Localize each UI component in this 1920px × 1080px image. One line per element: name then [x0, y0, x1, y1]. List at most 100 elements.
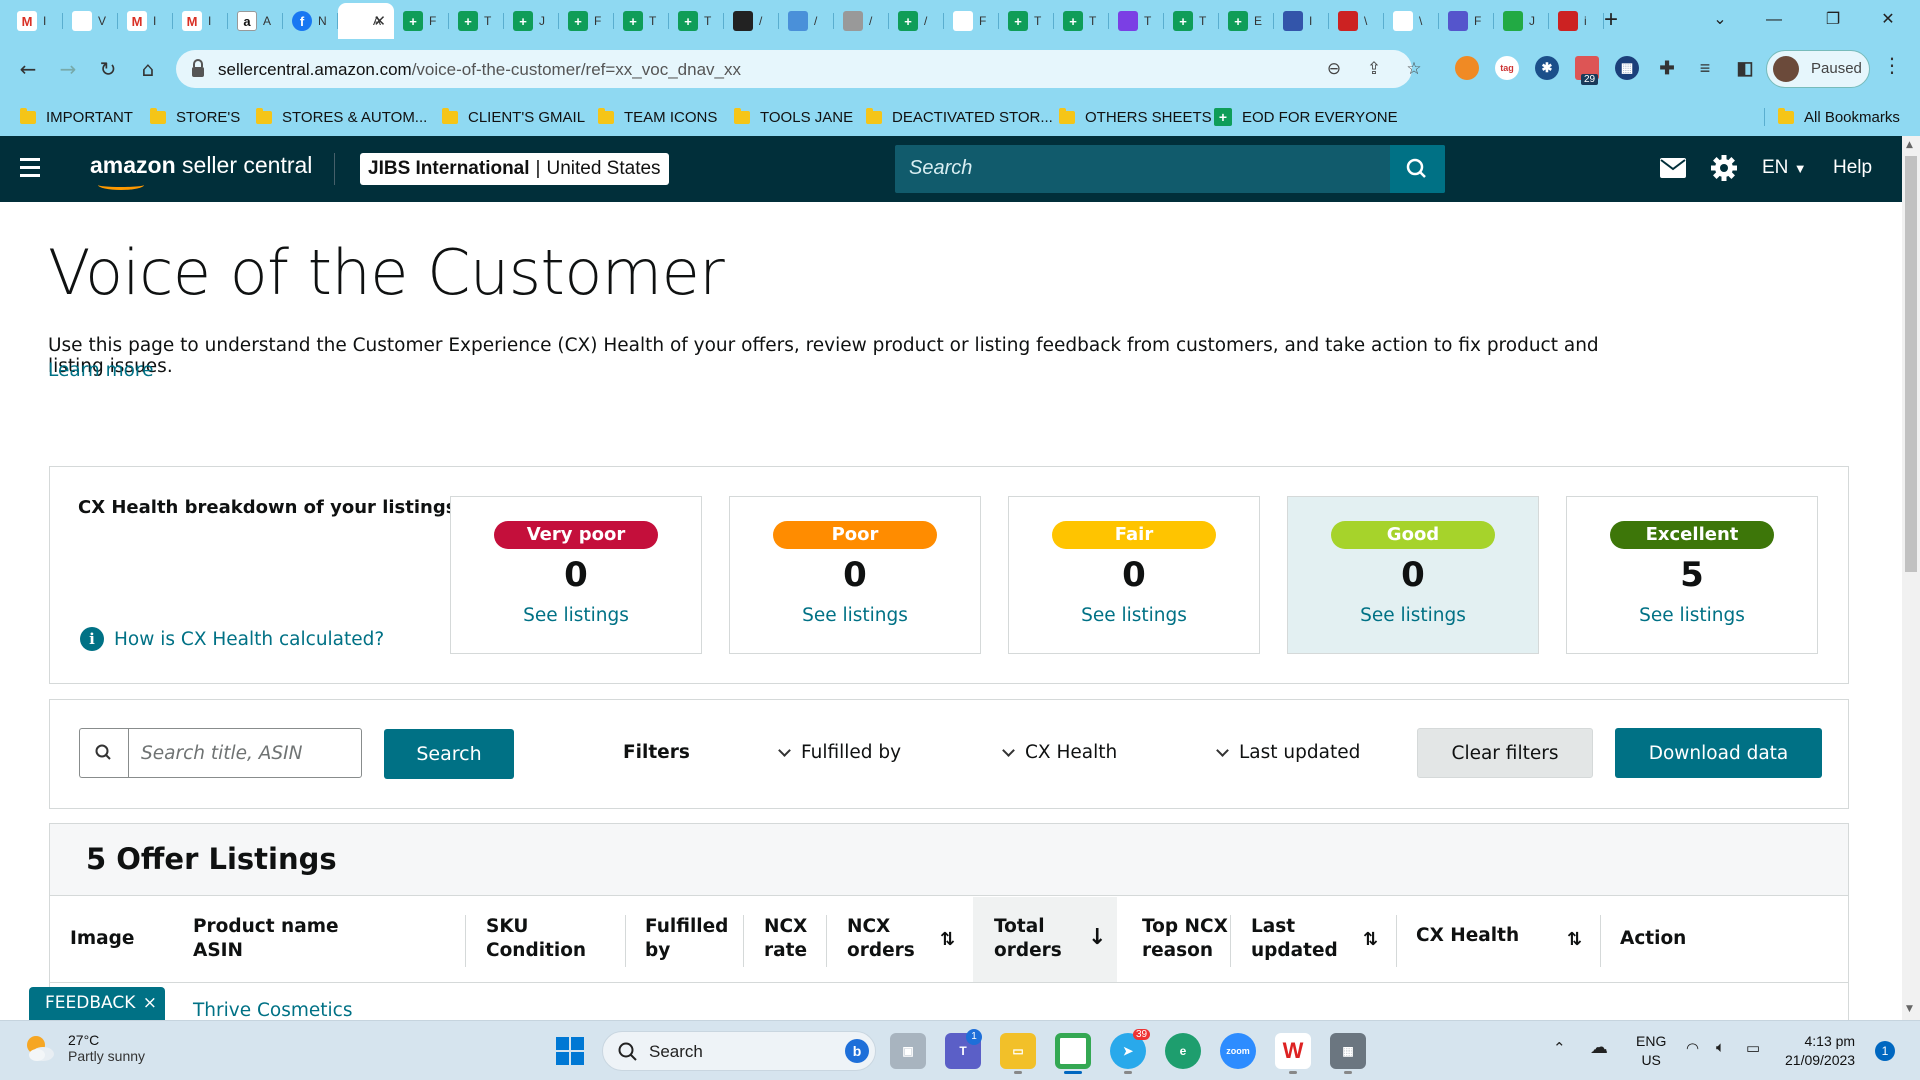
- wifi-icon[interactable]: ◠: [1686, 1039, 1699, 1057]
- edge-icon[interactable]: e: [1165, 1033, 1201, 1069]
- browser-tab[interactable]: V: [63, 5, 118, 37]
- all-bookmarks-button[interactable]: All Bookmarks: [1778, 106, 1900, 128]
- browser-tab[interactable]: /: [724, 5, 779, 37]
- browser-tab[interactable]: A ✕: [338, 3, 394, 39]
- listing-search-input[interactable]: [128, 728, 362, 778]
- learn-more-link[interactable]: Learn more: [48, 360, 154, 381]
- bookmark-item[interactable]: IMPORTANT: [20, 106, 133, 128]
- browser-tab[interactable]: + /: [889, 5, 944, 37]
- show-hidden-icons-chevron-icon[interactable]: ⌃: [1553, 1039, 1566, 1057]
- cx-health-card[interactable]: Fair 0 See listings: [1008, 496, 1260, 654]
- wps-office-icon[interactable]: W: [1275, 1033, 1311, 1069]
- sort-both-icon[interactable]: ⇅: [1567, 929, 1582, 950]
- browser-tab[interactable]: + F: [394, 5, 449, 37]
- cx-health-card[interactable]: Poor 0 See listings: [729, 496, 981, 654]
- browser-tab[interactable]: MI: [8, 5, 63, 37]
- chrome-icon[interactable]: [1055, 1033, 1091, 1069]
- system-clock[interactable]: 4:13 pm 21/09/2023: [1785, 1032, 1855, 1070]
- browser-tab[interactable]: + F: [559, 5, 614, 37]
- cx-health-card[interactable]: Good 0 See listings: [1287, 496, 1539, 654]
- bookmark-item[interactable]: STORE'S: [150, 106, 240, 128]
- browser-tab[interactable]: /: [834, 5, 889, 37]
- tab-search-chevron-icon[interactable]: ⌄: [1700, 6, 1740, 34]
- forward-button[interactable]: →: [52, 53, 84, 85]
- notification-badge[interactable]: 1: [1875, 1041, 1895, 1061]
- task-view-icon[interactable]: ▣: [890, 1033, 926, 1069]
- cx-health-dropdown[interactable]: CX Health: [1002, 742, 1117, 763]
- bookmark-item[interactable]: DEACTIVATED STOR...: [866, 106, 1053, 128]
- page-scrollbar[interactable]: ▲ ▼: [1902, 136, 1920, 1020]
- column-header-total-orders[interactable]: Total orders: [994, 915, 1062, 963]
- calculator-icon[interactable]: ▦: [1330, 1033, 1366, 1069]
- see-listings-link[interactable]: See listings: [1009, 605, 1259, 626]
- taskbar-search[interactable]: Search b: [602, 1031, 876, 1071]
- search-button[interactable]: Search: [384, 729, 514, 779]
- new-tab-button[interactable]: +: [1597, 6, 1625, 34]
- language-selector[interactable]: EN ▼: [1762, 157, 1807, 179]
- maximize-button[interactable]: ❐: [1813, 6, 1853, 34]
- column-header-last-updated[interactable]: Last updated: [1251, 915, 1338, 963]
- browser-tab[interactable]: I: [1274, 5, 1329, 37]
- home-button[interactable]: ⌂: [132, 53, 164, 85]
- browser-tab[interactable]: i: [1549, 5, 1604, 37]
- sort-both-icon[interactable]: ⇅: [1363, 929, 1378, 950]
- store-switcher[interactable]: JIBS International | United States: [360, 153, 669, 185]
- profile-button[interactable]: Paused: [1766, 50, 1870, 88]
- volume-muted-icon[interactable]: 🔈︎: [1716, 1039, 1725, 1056]
- seller-central-logo[interactable]: amazon seller central: [90, 152, 312, 190]
- zoom-icon[interactable]: ⊖: [1323, 58, 1345, 80]
- bookmark-item[interactable]: TEAM ICONS: [598, 106, 717, 128]
- browser-tab[interactable]: fN: [283, 5, 338, 37]
- bookmark-item[interactable]: TOOLS JANE: [734, 106, 853, 128]
- column-header-ncx-orders[interactable]: NCX orders: [847, 915, 915, 963]
- see-listings-link[interactable]: See listings: [1567, 605, 1817, 626]
- browser-tab[interactable]: + T: [999, 5, 1054, 37]
- windows-start-icon[interactable]: [556, 1037, 584, 1065]
- browser-tab[interactable]: /: [779, 5, 834, 37]
- browser-menu-icon[interactable]: ⋮: [1882, 53, 1902, 77]
- product-name-link[interactable]: Thrive Cosmetics: [193, 1000, 352, 1021]
- share-icon[interactable]: ⇪: [1363, 58, 1385, 80]
- bookmark-item[interactable]: OTHERS SHEETS: [1059, 106, 1212, 128]
- header-search-input[interactable]: Search: [895, 145, 1445, 193]
- column-header-cx-health[interactable]: CX Health: [1416, 924, 1519, 948]
- browser-tab[interactable]: T: [1109, 5, 1164, 37]
- bookmark-item[interactable]: + EOD FOR EVERYONE: [1214, 106, 1398, 128]
- extensions-puzzle-icon[interactable]: ✚: [1655, 56, 1679, 80]
- browser-tab[interactable]: + E: [1219, 5, 1274, 37]
- close-icon[interactable]: ×: [143, 987, 157, 1020]
- browser-tab[interactable]: F: [1439, 5, 1494, 37]
- extension-grid-icon[interactable]: ▦: [1615, 56, 1639, 80]
- browser-tab[interactable]: F: [944, 5, 999, 37]
- sort-descending-icon[interactable]: ↓: [1088, 925, 1106, 950]
- zoom-icon[interactable]: zoom: [1220, 1033, 1256, 1069]
- see-listings-link[interactable]: See listings: [451, 605, 701, 626]
- weather-widget[interactable]: 27°C Partly sunny: [22, 1031, 145, 1065]
- browser-tab[interactable]: + T: [669, 5, 724, 37]
- close-tab-icon[interactable]: ✕: [373, 12, 386, 30]
- fulfilled-by-dropdown[interactable]: Fulfilled by: [778, 742, 901, 763]
- scroll-up-arrow-icon[interactable]: ▲: [1906, 140, 1913, 150]
- bookmark-star-icon[interactable]: ☆: [1403, 58, 1425, 80]
- clear-filters-button[interactable]: Clear filters: [1417, 728, 1593, 778]
- header-search-button[interactable]: [1390, 145, 1445, 193]
- cx-health-how-link[interactable]: i How is CX Health calculated?: [80, 627, 384, 651]
- browser-tab[interactable]: J: [1494, 5, 1549, 37]
- reload-button[interactable]: ↻: [92, 53, 124, 85]
- scrollbar-thumb[interactable]: [1905, 156, 1917, 572]
- browser-tab[interactable]: + T: [449, 5, 504, 37]
- sort-both-icon[interactable]: ⇅: [940, 929, 955, 950]
- browser-tab[interactable]: \: [1384, 5, 1439, 37]
- lock-icon[interactable]: [190, 59, 206, 79]
- hamburger-menu-icon[interactable]: [20, 158, 46, 180]
- see-listings-link[interactable]: See listings: [1288, 605, 1538, 626]
- back-button[interactable]: ←: [12, 53, 44, 85]
- browser-tab[interactable]: + T: [614, 5, 669, 37]
- browser-tab[interactable]: MI: [118, 5, 173, 37]
- input-language[interactable]: ENG US: [1636, 1032, 1666, 1070]
- browser-tab[interactable]: + T: [1054, 5, 1109, 37]
- extension-blue-icon[interactable]: ✱: [1535, 56, 1559, 80]
- minimize-button[interactable]: —: [1754, 6, 1794, 34]
- battery-icon[interactable]: ▭: [1746, 1039, 1760, 1057]
- bookmark-item[interactable]: CLIENT'S GMAIL: [442, 106, 585, 128]
